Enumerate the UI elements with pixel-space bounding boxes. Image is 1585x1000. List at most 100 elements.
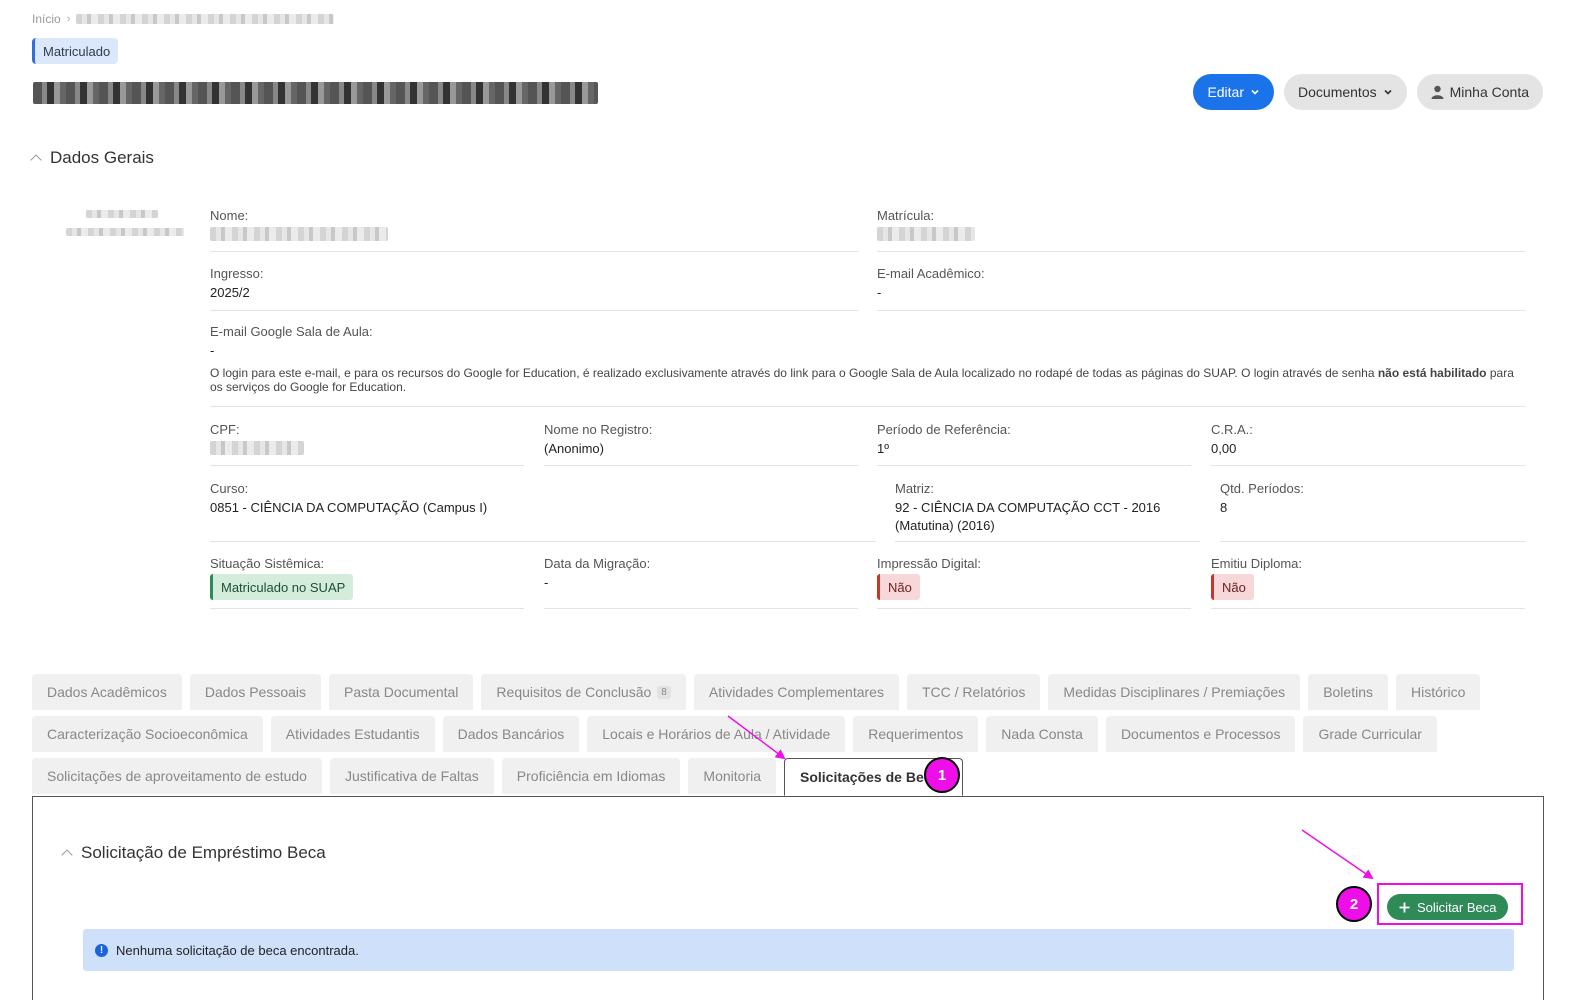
field-data-migracao: Data da Migração: - bbox=[544, 556, 858, 609]
field-label: Data da Migração: bbox=[544, 556, 651, 571]
tab-requerimentos[interactable]: Requerimentos bbox=[853, 716, 979, 752]
tab-medidas-disciplinares[interactable]: Medidas Disciplinares / Premiações bbox=[1048, 674, 1301, 710]
tab-requisitos-conclusao[interactable]: Requisitos de Conclusão 8 bbox=[481, 674, 686, 710]
field-label: Impressão Digital: bbox=[877, 556, 982, 571]
field-label: Situação Sistêmica: bbox=[210, 556, 325, 571]
tab-justificativa-faltas[interactable]: Justificativa de Faltas bbox=[329, 758, 494, 794]
field-periodo-referencia: Período de Referência: 1º bbox=[877, 422, 1191, 466]
chevron-up-icon bbox=[30, 154, 42, 166]
tab-tcc-relatorios[interactable]: TCC / Relatórios bbox=[906, 674, 1041, 710]
step-marker-2: 2 bbox=[1336, 886, 1372, 922]
field-nome: Nome: bbox=[210, 208, 858, 252]
section-title: Dados Gerais bbox=[50, 148, 154, 167]
page-title-redacted bbox=[33, 82, 598, 104]
info-icon: ! bbox=[95, 943, 108, 957]
breadcrumb-home[interactable]: Início bbox=[32, 12, 61, 26]
chevron-up-icon bbox=[61, 849, 73, 861]
avatar bbox=[64, 208, 184, 244]
tab-documentos-processos[interactable]: Documentos e Processos bbox=[1105, 716, 1296, 752]
account-button-label: Minha Conta bbox=[1449, 84, 1529, 100]
header-actions: Editar Documentos Minha Conta bbox=[1193, 74, 1543, 110]
field-value: 2025/2 bbox=[210, 285, 250, 300]
tab-count-badge: 8 bbox=[657, 685, 671, 699]
chevron-down-icon bbox=[1251, 89, 1259, 95]
field-value: - bbox=[544, 575, 549, 590]
note-text: O login para este e-mail, e para os recu… bbox=[210, 366, 1378, 380]
field-value: - bbox=[877, 285, 882, 300]
breadcrumb-current-redacted bbox=[76, 14, 335, 24]
chevron-right-icon: › bbox=[66, 13, 71, 25]
field-emitiu-diploma: Emitiu Diploma: Não bbox=[1211, 556, 1525, 609]
field-value: 1º bbox=[877, 441, 889, 456]
field-cpf: CPF: bbox=[210, 422, 524, 466]
panel-title: Solicitação de Empréstimo Beca bbox=[81, 843, 326, 862]
section-toggle-general[interactable]: Dados Gerais bbox=[30, 148, 154, 168]
plus-icon bbox=[1399, 902, 1410, 912]
field-label: Período de Referência: bbox=[877, 422, 1011, 437]
field-value: 0851 - CIÊNCIA DA COMPUTAÇÃO (Campus I) bbox=[210, 500, 488, 515]
edit-button[interactable]: Editar bbox=[1193, 74, 1275, 110]
tab-atividades-complementares[interactable]: Atividades Complementares bbox=[693, 674, 899, 710]
field-value-redacted bbox=[210, 441, 304, 455]
account-button[interactable]: Minha Conta bbox=[1416, 74, 1543, 110]
tab-panel-becas: Solicitação de Empréstimo Beca Solicitar… bbox=[32, 796, 1544, 1000]
field-cra: C.R.A.: 0,00 bbox=[1211, 422, 1525, 466]
tab-dados-academicos[interactable]: Dados Acadêmicos bbox=[32, 674, 182, 710]
alert-text: Nenhuma solicitação de beca encontrada. bbox=[116, 942, 359, 958]
field-qtd-periodos: Qtd. Períodos: 8 bbox=[1220, 481, 1525, 542]
field-label: CPF: bbox=[210, 422, 240, 437]
tab-bar: Dados Acadêmicos Dados Pessoais Pasta Do… bbox=[32, 674, 1544, 800]
field-label: Ingresso: bbox=[210, 266, 264, 281]
field-label: Nome no Registro: bbox=[544, 422, 653, 437]
documents-button-label: Documentos bbox=[1298, 84, 1377, 100]
user-icon bbox=[1431, 85, 1444, 99]
field-note: O login para este e-mail, e para os recu… bbox=[210, 366, 1525, 394]
field-value: (Anonimo) bbox=[544, 441, 604, 456]
field-value-redacted bbox=[210, 227, 388, 241]
tab-locais-horarios[interactable]: Locais e Horários de Aula / Atividade bbox=[587, 716, 846, 752]
field-impressao-digital: Impressão Digital: Não bbox=[877, 556, 1191, 609]
status-badge: Não bbox=[877, 574, 920, 600]
tab-row: Caracterização Socioeconômica Atividades… bbox=[32, 716, 1544, 752]
field-matricula: Matrícula: bbox=[877, 208, 1525, 252]
edit-button-label: Editar bbox=[1207, 84, 1245, 100]
section-toggle-emprestimo[interactable]: Solicitação de Empréstimo Beca bbox=[61, 843, 326, 863]
documents-button[interactable]: Documentos bbox=[1284, 74, 1407, 110]
field-value: 92 - CIÊNCIA DA COMPUTAÇÃO CCT - 2016 (M… bbox=[895, 500, 1161, 533]
status-badge: Matriculado bbox=[32, 38, 119, 64]
tab-nada-consta[interactable]: Nada Consta bbox=[986, 716, 1098, 752]
avatar-redacted bbox=[66, 228, 184, 236]
tab-row: Dados Acadêmicos Dados Pessoais Pasta Do… bbox=[32, 674, 1544, 710]
field-value: 8 bbox=[1220, 500, 1228, 515]
request-gown-button[interactable]: Solicitar Beca bbox=[1387, 894, 1509, 920]
tab-aproveitamento-estudo[interactable]: Solicitações de aproveitamento de estudo bbox=[32, 758, 322, 794]
tab-boletins[interactable]: Boletins bbox=[1308, 674, 1388, 710]
chevron-down-icon bbox=[1384, 89, 1392, 95]
field-situacao-sistemica: Situação Sistêmica: Matriculado no SUAP bbox=[210, 556, 524, 609]
empty-state-alert: ! Nenhuma solicitação de beca encontrada… bbox=[83, 929, 1514, 971]
status-badge: Não bbox=[1211, 574, 1254, 600]
field-label: Emitiu Diploma: bbox=[1211, 556, 1303, 571]
tab-pasta-documental[interactable]: Pasta Documental bbox=[329, 674, 474, 710]
field-label: Curso: bbox=[210, 481, 249, 496]
tab-dados-bancarios[interactable]: Dados Bancários bbox=[442, 716, 580, 752]
field-value: - bbox=[210, 343, 215, 358]
avatar-redacted bbox=[86, 210, 158, 218]
tab-grade-curricular[interactable]: Grade Curricular bbox=[1303, 716, 1437, 752]
tab-monitoria[interactable]: Monitoria bbox=[688, 758, 777, 794]
tab-dados-pessoais[interactable]: Dados Pessoais bbox=[189, 674, 322, 710]
tab-label: Requisitos de Conclusão bbox=[496, 684, 652, 700]
breadcrumb: Início › bbox=[32, 12, 335, 26]
tab-row: Solicitações de aproveitamento de estudo… bbox=[32, 758, 1544, 796]
tab-atividades-estudantis[interactable]: Atividades Estudantis bbox=[270, 716, 435, 752]
field-label: Nome: bbox=[210, 208, 249, 223]
tab-caracterizacao-socioeconomica[interactable]: Caracterização Socioeconômica bbox=[32, 716, 263, 752]
field-label: Qtd. Períodos: bbox=[1220, 481, 1304, 496]
tab-historico[interactable]: Histórico bbox=[1396, 674, 1481, 710]
field-label: C.R.A.: bbox=[1211, 422, 1253, 437]
field-label: Matrícula: bbox=[877, 208, 935, 223]
field-ingresso: Ingresso: 2025/2 bbox=[210, 266, 858, 311]
tab-proficiencia-idiomas[interactable]: Proficiência em Idiomas bbox=[501, 758, 681, 794]
field-matriz: Matriz: 92 - CIÊNCIA DA COMPUTAÇÃO CCT -… bbox=[895, 481, 1200, 542]
field-nome-registro: Nome no Registro: (Anonimo) bbox=[544, 422, 858, 466]
